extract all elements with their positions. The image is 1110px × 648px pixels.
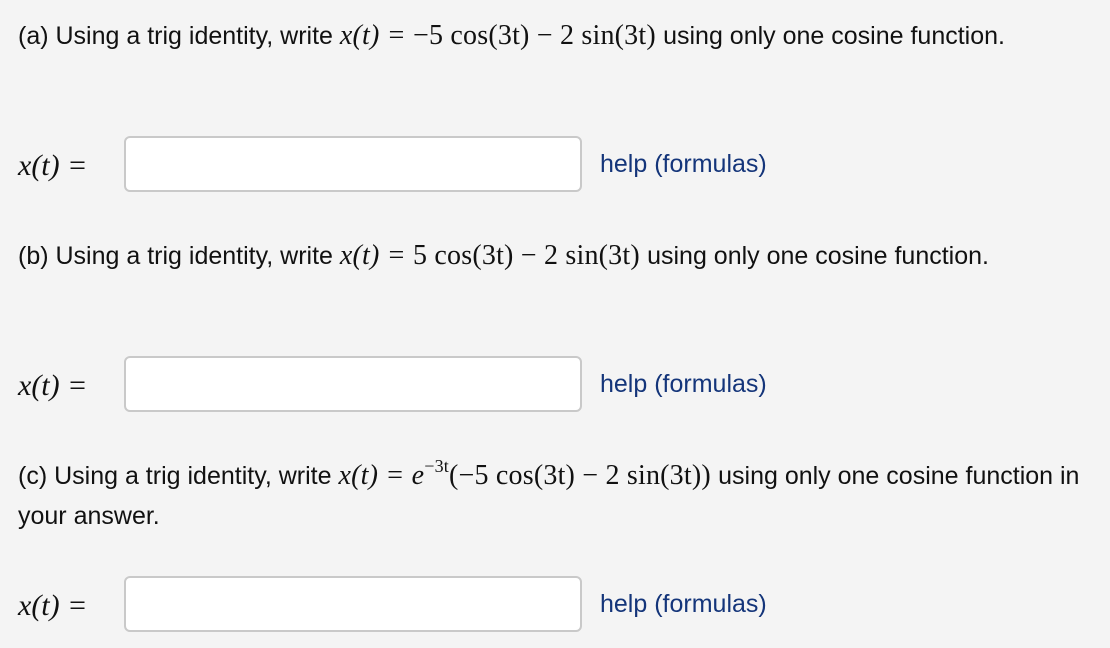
- help-formulas-link-c[interactable]: help (formulas): [600, 588, 767, 620]
- answer-label: x(t) =: [18, 586, 87, 626]
- math-rhs: (−5 cos(3t) − 2 sin(3t)): [449, 460, 711, 491]
- answer-row-a: x(t) = help (formulas): [18, 136, 1098, 196]
- help-formulas-link-a[interactable]: help (formulas): [600, 148, 767, 180]
- prompt-intro: (b) Using a trig identity, write: [18, 242, 333, 270]
- math-rhs: −5 cos(3t) − 2 sin(3t): [413, 20, 656, 51]
- prompt-outro: using only one cosine function.: [647, 242, 989, 270]
- math-expression: x(t) = e−3t(−5 cos(3t) − 2 sin(3t)): [338, 457, 718, 491]
- math-lhs: x(t) = e: [338, 460, 425, 491]
- math-lhs: x(t) =: [339, 20, 414, 51]
- answer-input-b[interactable]: [124, 356, 582, 412]
- math-expression: x(t) = 5 cos(3t) − 2 sin(3t): [340, 240, 647, 271]
- answer-label-text: x(t) =: [18, 589, 88, 622]
- answer-input-a[interactable]: [124, 136, 582, 192]
- answer-row-c: x(t) = help (formulas): [18, 576, 1098, 636]
- question-prompt-a: (a) Using a trig identity, write x(t) = …: [18, 16, 1098, 56]
- math-expression: x(t) = −5 cos(3t) − 2 sin(3t): [340, 20, 663, 51]
- question-prompt-b: (b) Using a trig identity, write x(t) = …: [18, 236, 1098, 276]
- math-rhs: 5 cos(3t) − 2 sin(3t): [413, 240, 640, 271]
- answer-label-text: x(t) =: [18, 369, 88, 402]
- prompt-intro: (c) Using a trig identity, write: [18, 462, 332, 490]
- math-lhs: x(t) =: [339, 240, 414, 271]
- help-formulas-link-b[interactable]: help (formulas): [600, 368, 767, 400]
- answer-label: x(t) =: [18, 146, 87, 186]
- answer-label: x(t) =: [18, 366, 87, 406]
- answer-row-b: x(t) = help (formulas): [18, 356, 1098, 416]
- math-exponent: −3t: [424, 456, 450, 476]
- answer-input-c[interactable]: [124, 576, 582, 632]
- question-prompt-c: (c) Using a trig identity, write x(t) = …: [18, 456, 1098, 536]
- answer-label-text: x(t) =: [18, 149, 88, 182]
- prompt-outro: using only one cosine function.: [663, 22, 1005, 50]
- prompt-intro: (a) Using a trig identity, write: [18, 22, 333, 50]
